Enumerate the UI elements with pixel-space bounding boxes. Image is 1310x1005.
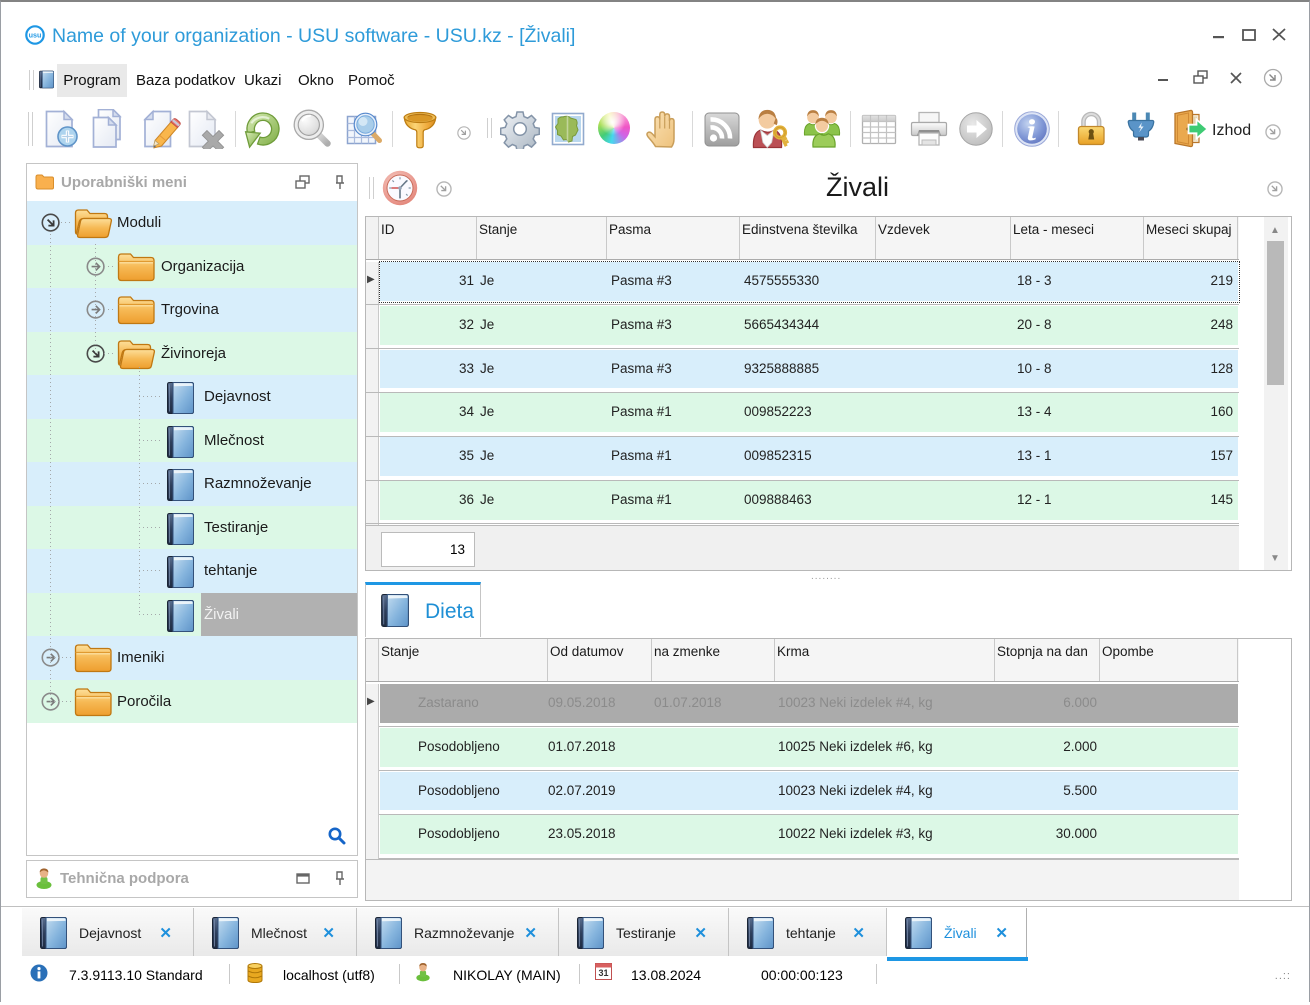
- svg-text:usu: usu: [29, 31, 42, 40]
- svg-text:31: 31: [598, 968, 608, 978]
